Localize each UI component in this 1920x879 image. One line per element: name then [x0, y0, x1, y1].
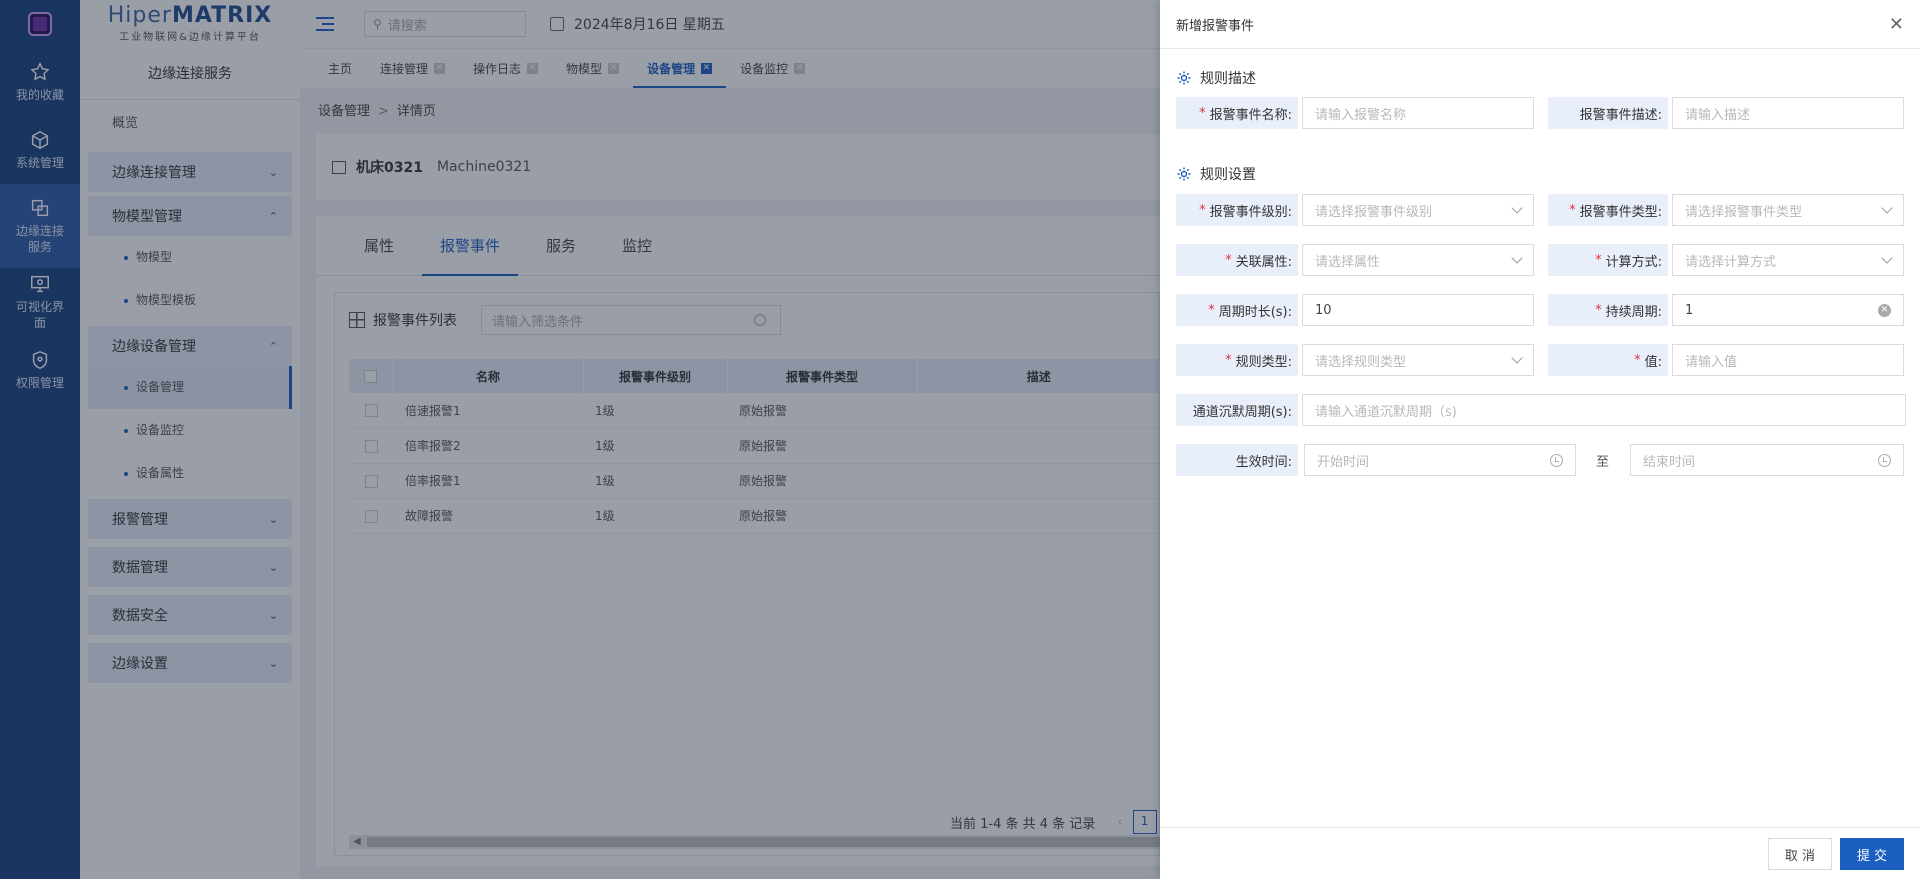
- cancel-button[interactable]: 取 消: [1768, 838, 1832, 870]
- related-attr-select[interactable]: 请选择属性: [1302, 244, 1534, 276]
- close-icon[interactable]: ✕: [1889, 14, 1904, 35]
- field-calc-method: * 计算方式: 请选择计算方式: [1548, 244, 1904, 276]
- field-value: * 值: 请输入值: [1548, 344, 1904, 376]
- field-end-time: 结束时间: [1630, 444, 1904, 476]
- field-alarm-name: * 报警事件名称: 请输入报警名称: [1176, 97, 1534, 129]
- alarm-type-select[interactable]: 请选择报警事件类型: [1672, 194, 1904, 226]
- field-effective-time: 生效时间: 开始时间: [1176, 444, 1576, 476]
- calc-method-select[interactable]: 请选择计算方式: [1672, 244, 1904, 276]
- end-time-picker[interactable]: 结束时间: [1630, 444, 1904, 476]
- chevron-down-icon: [1511, 202, 1523, 214]
- clear-icon[interactable]: ✕: [1878, 303, 1891, 317]
- gear-icon: [1177, 167, 1191, 181]
- chevron-down-icon: [1511, 252, 1523, 264]
- chevron-down-icon: [1511, 352, 1523, 364]
- section-title: 规则描述: [1200, 71, 1256, 87]
- field-related-attr: * 关联属性: 请选择属性: [1176, 244, 1534, 276]
- chevron-down-icon: [1881, 202, 1893, 214]
- section-rule-desc: 规则描述: [1176, 68, 1256, 88]
- section-rule-settings: 规则设置: [1176, 164, 1256, 184]
- start-time-picker[interactable]: 开始时间: [1304, 444, 1576, 476]
- alarm-name-input[interactable]: 请输入报警名称: [1302, 97, 1534, 129]
- field-alarm-type: * 报警事件类型: 请选择报警事件类型: [1548, 194, 1904, 226]
- chevron-down-icon: [1881, 252, 1893, 264]
- clock-icon: [1878, 453, 1891, 467]
- field-period: * 周期时长(s): 10: [1176, 294, 1534, 326]
- alarm-level-select[interactable]: 请选择报警事件级别: [1302, 194, 1534, 226]
- clock-icon: [1550, 453, 1563, 467]
- submit-button[interactable]: 提 交: [1840, 838, 1904, 870]
- duration-input[interactable]: 1 ✕: [1672, 294, 1904, 326]
- add-alarm-drawer: 新增报警事件 ✕ 规则描述 * 报警事件名称: 请输入报警名称 报警事件描述: 请…: [1160, 0, 1920, 879]
- alarm-desc-input[interactable]: 请输入描述: [1672, 97, 1904, 129]
- field-channel-silence: 通道沉默周期(s): 请输入通道沉默周期（s): [1176, 394, 1906, 426]
- drawer-title: 新增报警事件: [1176, 18, 1255, 34]
- field-duration: * 持续周期: 1 ✕: [1548, 294, 1904, 326]
- date-range-separator: 至: [1596, 455, 1610, 470]
- gear-icon: [1177, 71, 1191, 85]
- value-input[interactable]: 请输入值: [1672, 344, 1904, 376]
- field-alarm-desc: 报警事件描述: 请输入描述: [1548, 97, 1904, 129]
- field-rule-type: * 规则类型: 请选择规则类型: [1176, 344, 1534, 376]
- period-input[interactable]: 10: [1302, 294, 1534, 326]
- modal-overlay[interactable]: [0, 0, 1160, 879]
- field-alarm-level: * 报警事件级别: 请选择报警事件级别: [1176, 194, 1534, 226]
- channel-silence-input[interactable]: 请输入通道沉默周期（s): [1302, 394, 1906, 426]
- rule-type-select[interactable]: 请选择规则类型: [1302, 344, 1534, 376]
- section-title: 规则设置: [1200, 167, 1256, 183]
- drawer-footer: 取 消 提 交: [1160, 827, 1920, 879]
